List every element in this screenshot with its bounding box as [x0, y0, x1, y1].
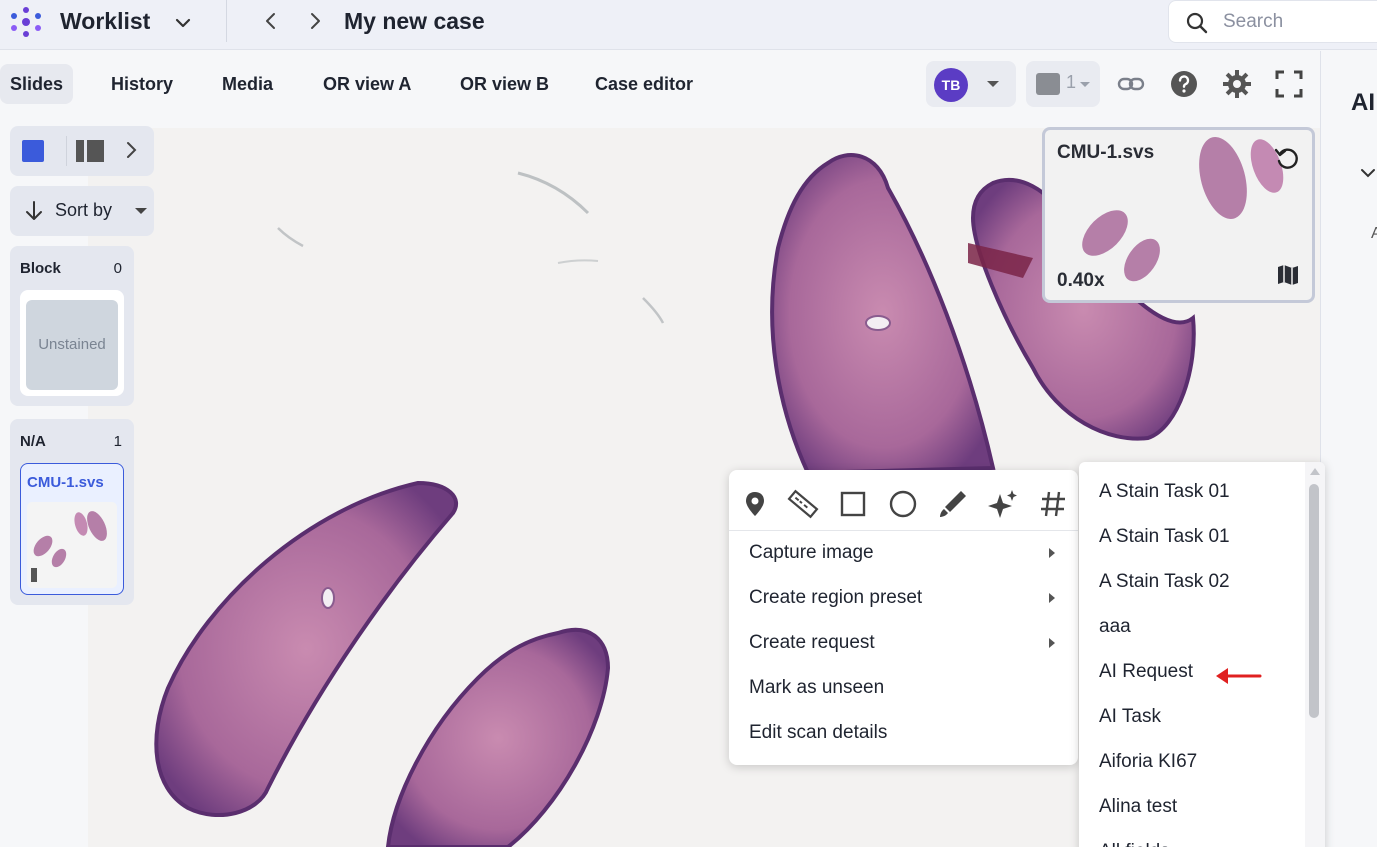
- case-title: My new case: [344, 8, 485, 34]
- group-na: N/A 1 CMU-1.svs: [10, 419, 134, 605]
- app-logo-icon[interactable]: [8, 4, 44, 40]
- divider: [729, 530, 1078, 531]
- group-name: Block: [20, 260, 61, 277]
- chevron-down-icon[interactable]: [1359, 164, 1377, 182]
- menu-item-capture-image[interactable]: Capture image: [749, 535, 1059, 571]
- help-icon[interactable]: [1169, 69, 1199, 99]
- submenu-item[interactable]: A Stain Task 02: [1099, 564, 1299, 600]
- submenu-item[interactable]: AI Task: [1099, 699, 1299, 735]
- menu-item-edit-scan-details[interactable]: Edit scan details: [749, 715, 1059, 751]
- submenu-arrow-icon: [1049, 593, 1055, 603]
- menu-item-mark-as-unseen[interactable]: Mark as unseen: [749, 670, 1059, 706]
- menu-item-label: Edit scan details: [749, 722, 888, 743]
- search-box[interactable]: [1168, 0, 1377, 43]
- submenu-item[interactable]: aaa: [1099, 609, 1299, 645]
- minimap-slide-name: CMU-1.svs: [1057, 142, 1155, 163]
- group-block: Block 0 Unstained: [10, 246, 134, 406]
- hash-icon[interactable]: [1037, 488, 1069, 520]
- submenu-item[interactable]: All fields: [1099, 834, 1299, 847]
- fullscreen-icon[interactable]: [1274, 69, 1304, 99]
- ruler-icon[interactable]: [787, 488, 819, 520]
- reset-view-icon[interactable]: [1273, 144, 1301, 172]
- back-arrow-icon[interactable]: [260, 10, 282, 32]
- submenu-arrow-icon: [1049, 638, 1055, 648]
- layer-swatch: [1036, 73, 1060, 95]
- rectangle-icon[interactable]: [837, 488, 869, 520]
- caret-down-icon: [987, 81, 999, 87]
- menu-item-create-region-preset[interactable]: Create region preset: [749, 580, 1059, 616]
- top-bar: Worklist My new case: [0, 0, 1377, 50]
- map-icon[interactable]: [1275, 262, 1301, 288]
- menu-item-label: Mark as unseen: [749, 677, 885, 698]
- avatar: TB: [934, 68, 968, 102]
- menu-item-label: Create region preset: [749, 587, 923, 608]
- submenu-item[interactable]: A Stain Task 01: [1099, 519, 1299, 555]
- search-icon: [1186, 12, 1208, 34]
- scroll-up-icon[interactable]: [1308, 465, 1322, 477]
- submenu-item[interactable]: Aiforia KI67: [1099, 744, 1299, 780]
- caret-down-icon: [1080, 82, 1090, 87]
- request-submenu: A Stain Task 01 A Stain Task 01 A Stain …: [1079, 462, 1325, 847]
- divider: [66, 136, 67, 166]
- layer-selector[interactable]: 1: [1026, 61, 1100, 107]
- chevron-right-icon[interactable]: [120, 139, 142, 161]
- tab-history[interactable]: History: [101, 64, 183, 104]
- unstained-slide-card[interactable]: Unstained: [20, 290, 124, 396]
- link-icon[interactable]: [1116, 69, 1146, 99]
- slide-thumbnail: [27, 502, 117, 588]
- brush-icon[interactable]: [937, 488, 969, 520]
- circle-icon[interactable]: [887, 488, 919, 520]
- tab-slides[interactable]: Slides: [0, 64, 74, 104]
- slide-name: CMU-1.svs: [27, 474, 104, 491]
- worklist-menu[interactable]: Worklist: [60, 8, 150, 35]
- context-menu: Capture image Create region preset Creat…: [729, 470, 1078, 765]
- divider: [226, 0, 227, 42]
- forward-arrow-icon[interactable]: [304, 10, 326, 32]
- layer-count: 1: [1066, 72, 1077, 92]
- ai-panel-title: AI: [1351, 89, 1375, 116]
- split-view-icon[interactable]: [76, 140, 104, 162]
- sort-by-label: Sort by: [55, 200, 113, 220]
- ai-panel-subtitle: A: [1371, 225, 1377, 242]
- submenu-item[interactable]: A Stain Task 01: [1099, 474, 1299, 510]
- view-mode-toggle: [10, 126, 154, 176]
- zoom-level: 0.40x: [1057, 270, 1105, 291]
- group-count: 0: [113, 260, 122, 277]
- settings-icon[interactable]: [1222, 69, 1252, 99]
- group-count: 1: [113, 433, 122, 450]
- sort-by-button[interactable]: Sort by: [10, 186, 154, 236]
- user-menu[interactable]: TB: [926, 61, 1016, 107]
- tab-or-view-a[interactable]: OR view A: [313, 64, 421, 104]
- tab-or-view-b[interactable]: OR view B: [450, 64, 559, 104]
- group-name: N/A: [20, 433, 46, 450]
- menu-item-create-request[interactable]: Create request: [749, 625, 1059, 661]
- menu-item-label: Capture image: [749, 542, 874, 563]
- chevron-down-icon[interactable]: [172, 12, 194, 34]
- slide-card-cmu-1[interactable]: CMU-1.svs: [20, 463, 124, 595]
- scrollbar-thumb[interactable]: [1309, 484, 1319, 718]
- unstained-label: Unstained: [26, 300, 118, 390]
- submenu-item-ai-request[interactable]: AI Request: [1099, 654, 1299, 690]
- pin-icon[interactable]: [739, 488, 771, 520]
- arrow-down-icon: [26, 201, 42, 220]
- annotation-arrow-icon: [1216, 668, 1262, 684]
- menu-item-label: Create request: [749, 632, 875, 653]
- submenu-arrow-icon: [1049, 548, 1055, 558]
- minimap[interactable]: CMU-1.svs 0.40x: [1042, 127, 1315, 303]
- tab-bar: Slides History Media OR view A OR view B…: [0, 51, 1320, 117]
- single-view-icon[interactable]: [22, 140, 44, 162]
- sparkle-icon[interactable]: [987, 488, 1019, 520]
- sidebar: Sort by Block 0 Unstained N/A 1 CMU-1.sv…: [0, 118, 160, 847]
- search-input[interactable]: [1223, 9, 1373, 35]
- ai-panel: AI A: [1320, 51, 1377, 847]
- caret-down-icon: [135, 208, 147, 214]
- tab-case-editor[interactable]: Case editor: [585, 64, 703, 104]
- submenu-item[interactable]: Alina test: [1099, 789, 1299, 825]
- tab-media[interactable]: Media: [212, 64, 283, 104]
